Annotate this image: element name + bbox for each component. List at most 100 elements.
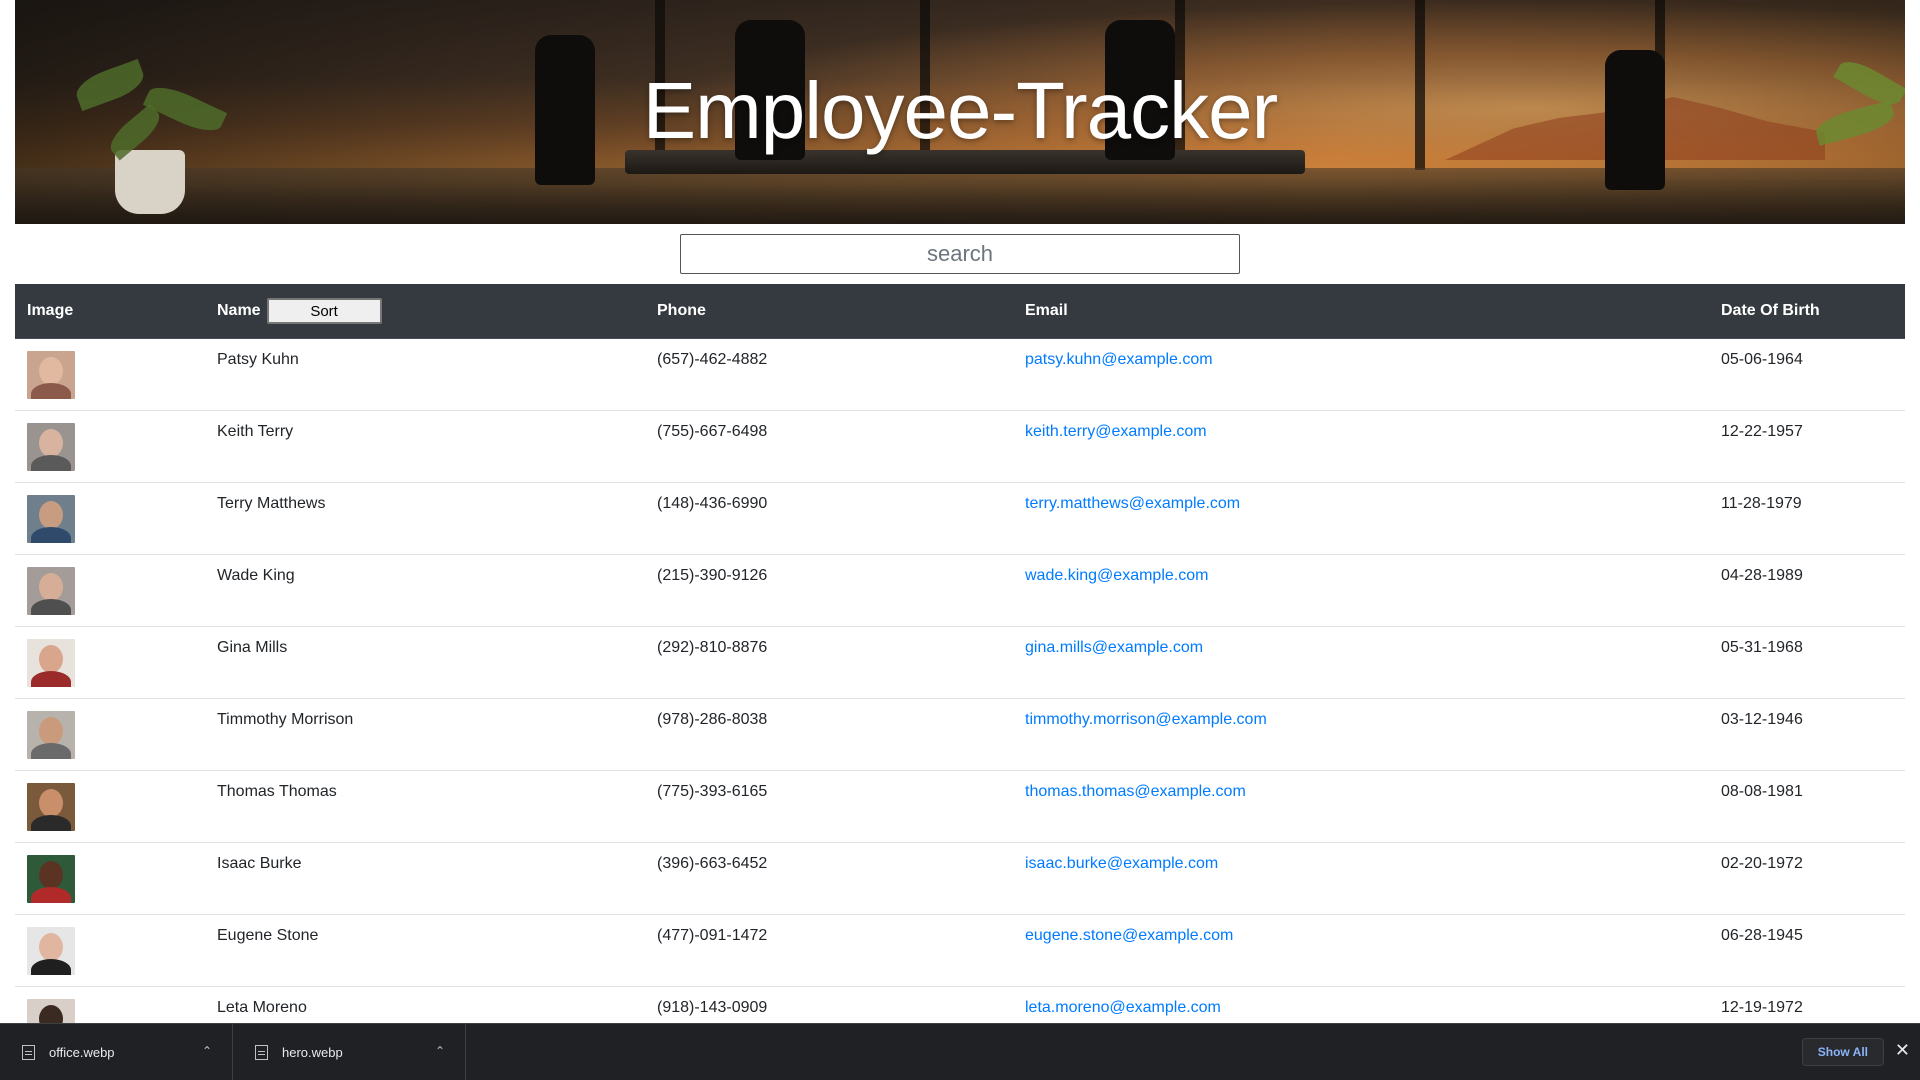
avatar-body [31, 743, 71, 759]
column-header-image: Image [15, 284, 205, 339]
cell-name: Keith Terry [205, 410, 645, 483]
avatar [27, 783, 75, 831]
column-header-phone: Phone [645, 284, 1013, 339]
page-title: Employee-Tracker [642, 66, 1279, 155]
cell-name: Timmothy Morrison [205, 698, 645, 771]
cell-dob: 11-28-1979 [1709, 482, 1905, 555]
cell-phone: (292)-810-8876 [645, 626, 1013, 699]
cell-phone: (755)-667-6498 [645, 410, 1013, 483]
cell-email: isaac.burke@example.com [1013, 842, 1709, 915]
cell-email: eugene.stone@example.com [1013, 914, 1709, 987]
cell-name: Gina Mills [205, 626, 645, 699]
avatar [27, 927, 75, 975]
email-link[interactable]: leta.moreno@example.com [1025, 999, 1221, 1016]
cell-name: Patsy Kuhn [205, 338, 645, 411]
cell-dob: 08-08-1981 [1709, 770, 1905, 843]
column-header-email: Email [1013, 284, 1709, 339]
show-all-button[interactable]: Show All [1801, 1038, 1884, 1066]
avatar-head [39, 933, 63, 961]
name-header-wrap: Name Sort [217, 298, 633, 324]
cell-image [15, 482, 205, 555]
column-header-name: Name Sort [205, 284, 645, 339]
avatar-head [39, 645, 63, 673]
cell-name: Thomas Thomas [205, 770, 645, 843]
cell-email: gina.mills@example.com [1013, 626, 1709, 699]
cell-email: patsy.kuhn@example.com [1013, 338, 1709, 411]
avatar [27, 495, 75, 543]
table-row: Timmothy Morrison (978)-286-8038 timmoth… [15, 698, 1905, 771]
download-bar: office.webp ⌃ hero.webp ⌃ Show All ✕ [0, 1023, 1920, 1080]
chevron-up-icon[interactable]: ⌃ [435, 1044, 445, 1058]
cell-image [15, 914, 205, 987]
cell-image [15, 770, 205, 843]
email-link[interactable]: patsy.kuhn@example.com [1025, 351, 1213, 368]
avatar-head [39, 573, 63, 601]
table-body: Patsy Kuhn (657)-462-4882 patsy.kuhn@exa… [15, 338, 1905, 1024]
chevron-up-icon[interactable]: ⌃ [202, 1044, 212, 1058]
page: Employee-Tracker Image Name Sort Phone E… [15, 0, 1905, 1024]
cell-name: Terry Matthews [205, 482, 645, 555]
table-row: Wade King (215)-390-9126 wade.king@examp… [15, 554, 1905, 627]
email-link[interactable]: eugene.stone@example.com [1025, 927, 1233, 944]
avatar-body [31, 455, 71, 471]
hero-banner: Employee-Tracker [15, 0, 1905, 224]
cell-dob: 05-31-1968 [1709, 626, 1905, 699]
email-link[interactable]: keith.terry@example.com [1025, 423, 1207, 440]
close-icon[interactable]: ✕ [1895, 1040, 1910, 1060]
avatar [27, 639, 75, 687]
avatar-head [39, 429, 63, 457]
download-filename: office.webp [49, 1044, 115, 1060]
cell-phone: (918)-143-0909 [645, 986, 1013, 1024]
cell-email: thomas.thomas@example.com [1013, 770, 1709, 843]
table-row: Gina Mills (292)-810-8876 gina.mills@exa… [15, 626, 1905, 699]
cell-dob: 12-19-1972 [1709, 986, 1905, 1024]
cell-phone: (657)-462-4882 [645, 338, 1013, 411]
cell-dob: 03-12-1946 [1709, 698, 1905, 771]
file-icon [22, 1044, 35, 1060]
table-row: Leta Moreno (918)-143-0909 leta.moreno@e… [15, 986, 1905, 1024]
table-header-row: Image Name Sort Phone Email Date Of Birt… [15, 284, 1905, 339]
avatar-body [31, 887, 71, 903]
table-row: Keith Terry (755)-667-6498 keith.terry@e… [15, 410, 1905, 483]
cell-image [15, 842, 205, 915]
cell-email: wade.king@example.com [1013, 554, 1709, 627]
email-link[interactable]: gina.mills@example.com [1025, 639, 1203, 656]
download-item[interactable]: office.webp ⌃ [0, 1024, 233, 1080]
table-row: Thomas Thomas (775)-393-6165 thomas.thom… [15, 770, 1905, 843]
table-row: Patsy Kuhn (657)-462-4882 patsy.kuhn@exa… [15, 338, 1905, 411]
avatar-body [31, 527, 71, 543]
sort-button[interactable]: Sort [266, 298, 382, 324]
search-bar [15, 224, 1905, 284]
download-item[interactable]: hero.webp ⌃ [233, 1024, 466, 1080]
search-input[interactable] [680, 234, 1240, 274]
table-row: Isaac Burke (396)-663-6452 isaac.burke@e… [15, 842, 1905, 915]
email-link[interactable]: timmothy.morrison@example.com [1025, 711, 1267, 728]
email-link[interactable]: wade.king@example.com [1025, 567, 1208, 584]
avatar [27, 423, 75, 471]
hero-plant-pot [115, 150, 185, 214]
avatar [27, 711, 75, 759]
cell-phone: (978)-286-8038 [645, 698, 1013, 771]
download-filename: hero.webp [282, 1044, 343, 1060]
cell-phone: (148)-436-6990 [645, 482, 1013, 555]
avatar-body [31, 815, 71, 831]
avatar-head [39, 717, 63, 745]
cell-dob: 12-22-1957 [1709, 410, 1905, 483]
cell-image [15, 410, 205, 483]
cell-image [15, 698, 205, 771]
cell-phone: (775)-393-6165 [645, 770, 1013, 843]
email-link[interactable]: terry.matthews@example.com [1025, 495, 1240, 512]
email-link[interactable]: isaac.burke@example.com [1025, 855, 1218, 872]
avatar-head [39, 501, 63, 529]
avatar-head [39, 1005, 63, 1024]
cell-dob: 06-28-1945 [1709, 914, 1905, 987]
avatar [27, 855, 75, 903]
cell-email: leta.moreno@example.com [1013, 986, 1709, 1024]
avatar-head [39, 861, 63, 889]
cell-image [15, 338, 205, 411]
file-icon [255, 1044, 268, 1060]
avatar-head [39, 357, 63, 385]
cell-email: keith.terry@example.com [1013, 410, 1709, 483]
email-link[interactable]: thomas.thomas@example.com [1025, 783, 1246, 800]
cell-name: Wade King [205, 554, 645, 627]
